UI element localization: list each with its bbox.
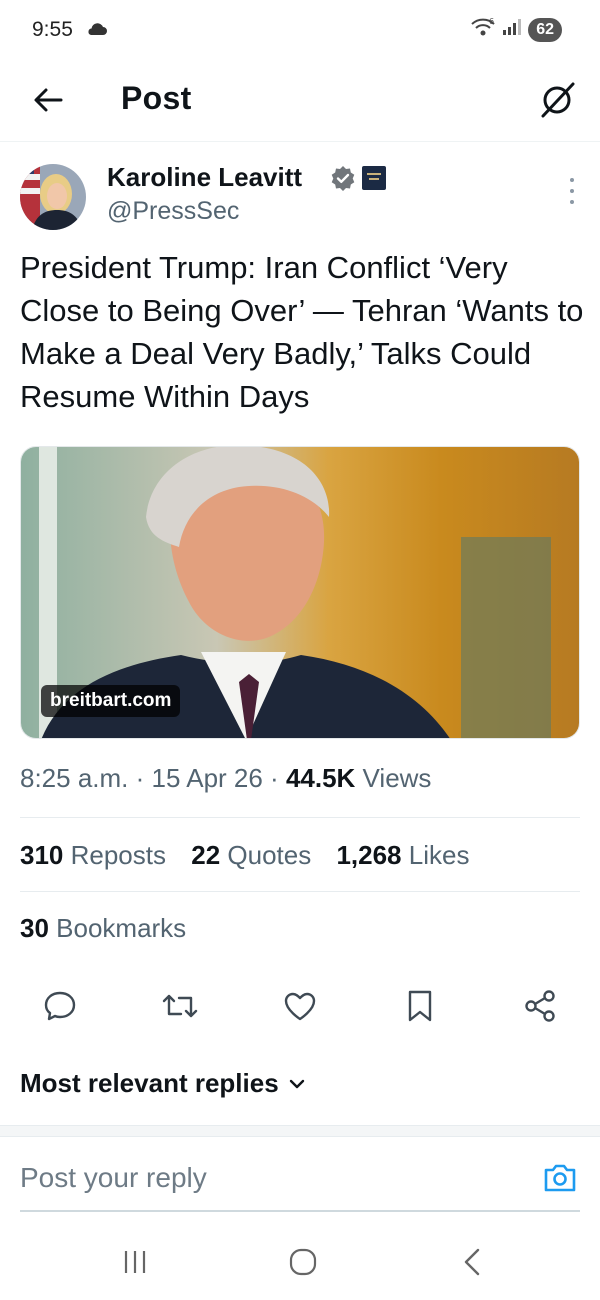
share-icon: [525, 990, 555, 1022]
reposts-count: 310: [20, 840, 64, 870]
grok-icon: [541, 82, 575, 118]
camera-button[interactable]: [542, 1160, 578, 1196]
reposts-label: Reposts: [63, 840, 166, 870]
reply-button[interactable]: [38, 984, 82, 1028]
home-icon: [289, 1248, 317, 1276]
more-options-button[interactable]: [566, 178, 578, 204]
bookmarks-count: 30: [20, 913, 49, 943]
verified-badge-icon: [330, 165, 356, 196]
post-time: 8:25 a.m.: [20, 763, 129, 793]
quotes-stat[interactable]: 22 Quotes: [191, 840, 311, 870]
post-stats: 310 Reposts 22 Quotes 1,268 Likes: [20, 840, 487, 871]
author-handle[interactable]: @PressSec: [107, 197, 239, 226]
signal-icon: [502, 18, 522, 41]
chevron-left-icon: [464, 1248, 480, 1276]
replies-sort-dropdown[interactable]: Most relevant replies: [20, 1068, 305, 1099]
battery-icon: 62: [528, 17, 562, 42]
reply-icon: [44, 991, 76, 1021]
recent-apps-icon: [124, 1251, 146, 1273]
back-button[interactable]: [28, 80, 68, 120]
white-house-badge-icon[interactable]: [362, 166, 386, 190]
replies-sort-label: Most relevant replies: [20, 1068, 279, 1098]
media-source-label: breitbart.com: [41, 685, 181, 717]
page-title: Post: [121, 80, 192, 116]
quotes-count: 22: [191, 840, 221, 870]
cloud-icon: [86, 22, 108, 41]
system-back-button[interactable]: [452, 1242, 492, 1282]
bookmarks-stat[interactable]: 30 Bookmarks: [20, 913, 186, 944]
like-button[interactable]: [278, 984, 322, 1028]
repost-button[interactable]: [158, 984, 202, 1028]
post-meta: 8:25 a.m. · 15 Apr 26 · 44.5K Views: [20, 763, 432, 793]
divider: [20, 817, 580, 818]
home-button[interactable]: [283, 1242, 323, 1282]
system-nav-bar: [0, 1220, 600, 1300]
camera-icon: [544, 1164, 576, 1192]
status-icons: 6 62: [470, 17, 562, 42]
views-label: Views: [355, 763, 432, 793]
post-date: 15 Apr 26: [151, 763, 263, 793]
avatar[interactable]: [20, 164, 86, 230]
svg-text:6: 6: [489, 17, 494, 26]
section-divider: [0, 1125, 600, 1137]
bookmark-button[interactable]: [398, 984, 442, 1028]
status-bar: 9:55 6 62: [0, 0, 600, 60]
bookmark-icon: [408, 990, 432, 1022]
likes-stat[interactable]: 1,268 Likes: [336, 840, 469, 870]
views-count: 44.5K: [285, 763, 356, 793]
share-button[interactable]: [518, 984, 562, 1028]
bookmarks-label: Bookmarks: [48, 913, 187, 943]
top-app-bar: Post: [0, 60, 600, 142]
post-media[interactable]: breitbart.com: [20, 446, 580, 739]
reposts-stat[interactable]: 310 Reposts: [20, 840, 166, 870]
reply-underline: [20, 1210, 580, 1212]
arrow-left-icon: [34, 88, 63, 112]
grok-button[interactable]: [534, 77, 580, 123]
post-text: President Trump: Iran Conflict ‘Very Clo…: [20, 250, 584, 414]
quotes-label: Quotes: [220, 840, 312, 870]
action-bar: [20, 984, 580, 1028]
status-time: 9:55: [32, 18, 73, 41]
author-name[interactable]: Karoline Leavitt: [107, 162, 302, 193]
wifi-icon: 6: [470, 17, 496, 42]
recent-apps-button[interactable]: [115, 1242, 155, 1282]
likes-label: Likes: [401, 840, 470, 870]
likes-count: 1,268: [336, 840, 402, 870]
divider: [20, 891, 580, 892]
reply-input[interactable]: Post your reply: [20, 1162, 207, 1194]
chevron-down-icon: [289, 1079, 304, 1088]
repost-icon: [162, 994, 198, 1018]
like-icon: [284, 992, 316, 1021]
